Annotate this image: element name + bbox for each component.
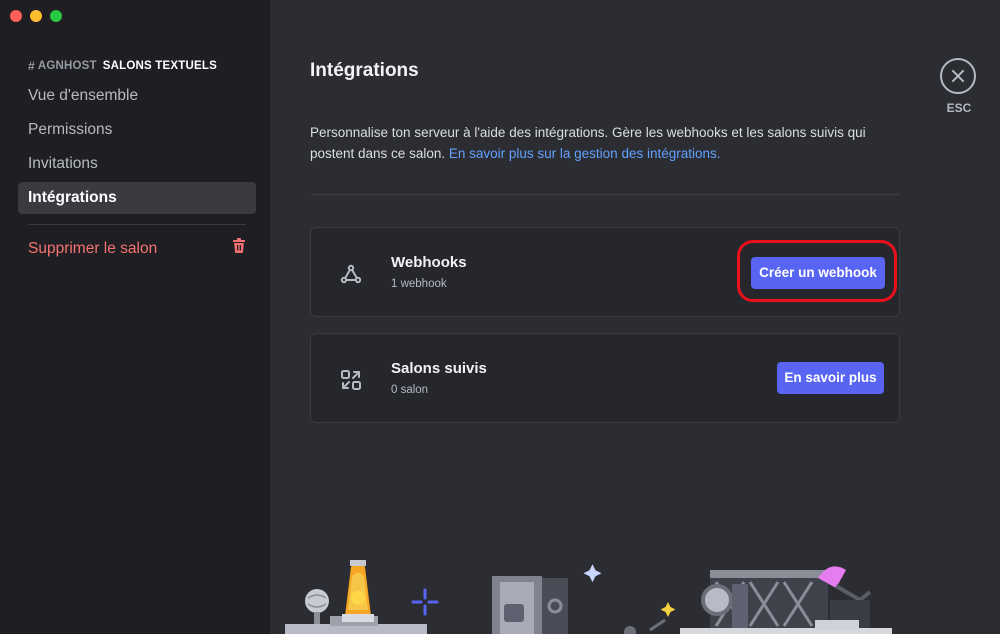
channel-hash-icon: # — [28, 59, 35, 73]
window-controls — [10, 10, 62, 22]
webhooks-count: 1 webhook — [391, 278, 447, 290]
sidebar-item-invites[interactable]: Invitations — [18, 148, 256, 180]
esc-label: ESC — [946, 101, 972, 115]
window-zoom-button[interactable] — [50, 10, 62, 22]
webhooks-title: Webhooks — [391, 254, 467, 271]
sidebar-item-overview[interactable]: Vue d'ensemble — [18, 80, 256, 112]
window-minimize-button[interactable] — [30, 10, 42, 22]
main-panel: Intégrations Personnalise ton serveur à … — [270, 0, 1000, 634]
settings-window: # AGNHOST SALONS TEXTUELS Vue d'ensemble… — [0, 0, 1000, 634]
delete-channel-button[interactable]: Supprimer le salon — [18, 233, 256, 265]
followed-channels-icon — [338, 367, 364, 393]
followed-channels-count: 0 salon — [391, 384, 429, 396]
delete-channel-label: Supprimer le salon — [28, 240, 158, 257]
window-close-button[interactable] — [10, 10, 22, 22]
content-divider — [310, 194, 900, 195]
trash-icon — [232, 233, 246, 265]
sidebar-header: # AGNHOST SALONS TEXTUELS — [28, 59, 217, 73]
sidebar: # AGNHOST SALONS TEXTUELS Vue d'ensemble… — [0, 0, 270, 634]
followed-channels-card: Salons suivis 0 salon En savoir plus — [310, 333, 900, 423]
highlight-ring — [737, 240, 897, 302]
close-button[interactable] — [940, 58, 976, 94]
followed-channels-title: Salons suivis — [391, 360, 487, 377]
webhook-icon — [338, 261, 364, 287]
learn-more-link[interactable]: En savoir plus sur la gestion des intégr… — [449, 146, 721, 161]
learn-more-button[interactable]: En savoir plus — [777, 362, 884, 394]
sidebar-item-integrations[interactable]: Intégrations — [18, 182, 256, 214]
sidebar-divider — [28, 224, 246, 225]
channel-name: AGNHOST — [37, 60, 97, 72]
section-label: SALONS TEXTUELS — [102, 60, 217, 72]
page-description: Personnalise ton serveur à l'aide des in… — [310, 122, 910, 164]
sidebar-item-permissions[interactable]: Permissions — [18, 114, 256, 146]
decorative-illustration — [285, 560, 892, 634]
page-title: Intégrations — [310, 60, 419, 81]
sidebar-nav: Vue d'ensemble Permissions Invitations I… — [18, 80, 256, 216]
